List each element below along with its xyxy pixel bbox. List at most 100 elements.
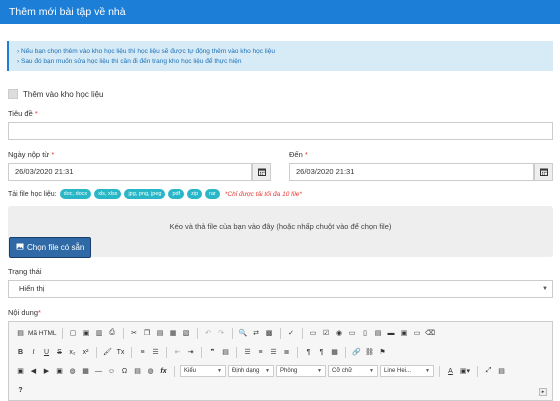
dialog-title: Thêm mới bài tập về nhà: [9, 6, 126, 18]
anchor-icon[interactable]: ⚑: [377, 347, 388, 358]
select-all-icon[interactable]: ▩: [264, 328, 275, 339]
image-button-icon[interactable]: ▣: [399, 328, 410, 339]
remove-format-icon[interactable]: Tx: [115, 347, 126, 358]
find-icon[interactable]: 🔍: [238, 328, 249, 339]
ltr-icon[interactable]: ¶: [303, 347, 314, 358]
new-page-icon[interactable]: ▢: [68, 328, 79, 339]
source-icon[interactable]: ▤: [15, 328, 26, 339]
undo-icon[interactable]: ↶: [203, 328, 214, 339]
bold-icon[interactable]: B: [15, 347, 26, 358]
align-right-icon[interactable]: ☰: [268, 347, 279, 358]
numbered-list-icon[interactable]: ≡: [137, 347, 148, 358]
horizontal-line-icon[interactable]: ―: [93, 366, 104, 377]
add-to-library-row[interactable]: Thêm vào kho học liệu: [8, 89, 104, 99]
text-color-icon[interactable]: A: [445, 366, 456, 377]
copy-format-icon[interactable]: 🖌: [102, 347, 113, 358]
bulleted-list-icon[interactable]: ☰: [150, 347, 161, 358]
format-select[interactable]: Định dạng ▼: [228, 365, 274, 377]
print-icon[interactable]: ⎙: [107, 328, 118, 339]
rich-text-editor[interactable]: ▤ Mã HTML ▢ ▣ ▥ ⎙ ✂ ❐ ▤ ▦ ▧ ↶ ↷ 🔍 ⇄ ▩ ✓ …: [8, 321, 553, 401]
subscript-icon[interactable]: x₂: [67, 347, 78, 358]
style-select[interactable]: Kiểu ▼: [180, 365, 226, 377]
title-input[interactable]: [8, 122, 553, 140]
image-icon[interactable]: ▣: [15, 366, 26, 377]
table-icon[interactable]: ▦: [80, 366, 91, 377]
math-icon[interactable]: fx: [158, 366, 169, 377]
align-center-icon[interactable]: ≡: [255, 347, 266, 358]
paste-text-icon[interactable]: ▦: [168, 328, 179, 339]
redo-icon[interactable]: ↷: [216, 328, 227, 339]
upload-types-row: Tải file học liệu: doc, docx xls, xlsx j…: [8, 189, 302, 199]
title-label: Tiêu đề *: [8, 109, 38, 118]
info-line: › Nếu bạn chọn thêm vào kho học liệu thì…: [17, 48, 275, 55]
justify-icon[interactable]: ≣: [281, 347, 292, 358]
file-type-badge: doc, docx: [59, 189, 92, 199]
page-break-icon[interactable]: ▤: [132, 366, 143, 377]
file-type-badge: jpg, png, jpeg: [124, 189, 166, 199]
indent-icon[interactable]: ⇥: [185, 347, 196, 358]
spellcheck-icon[interactable]: ✓: [286, 328, 297, 339]
file-type-badge: rar: [205, 189, 220, 199]
strike-icon[interactable]: S: [54, 347, 65, 358]
show-blocks-icon[interactable]: ▤: [496, 366, 507, 377]
choose-file-button[interactable]: Chọn file có sẵn: [9, 237, 92, 258]
checkbox-icon[interactable]: ☑: [321, 328, 332, 339]
font-select[interactable]: Phông ▼: [276, 365, 326, 377]
file-type-badge: xls, xlsx: [94, 189, 122, 199]
image-icon: [16, 243, 24, 252]
dialog-header: Thêm mới bài tập về nhà: [0, 0, 560, 24]
templates-icon[interactable]: ▥: [94, 328, 105, 339]
radio-icon[interactable]: ◉: [334, 328, 345, 339]
button-icon[interactable]: ▬: [386, 328, 397, 339]
add-to-library-label: Thêm vào kho học liệu: [23, 89, 104, 99]
paste-icon[interactable]: ▤: [155, 328, 166, 339]
textarea-icon[interactable]: ▯: [360, 328, 371, 339]
audio-icon[interactable]: ◀: [28, 366, 39, 377]
preview-icon[interactable]: ▣: [81, 328, 92, 339]
calendar-icon[interactable]: [252, 163, 271, 181]
rtl-icon[interactable]: ¶: [316, 347, 327, 358]
help-icon[interactable]: ?: [15, 385, 26, 396]
iframe-icon[interactable]: ◍: [145, 366, 156, 377]
language-icon[interactable]: ▦: [329, 347, 340, 358]
content-label: Nội dung*: [8, 308, 41, 317]
status-select[interactable]: Hiển thị ▼: [8, 280, 553, 298]
underline-icon[interactable]: U: [41, 347, 52, 358]
clear-format-icon[interactable]: ⌫: [425, 328, 436, 339]
replace-icon[interactable]: ⇄: [251, 328, 262, 339]
select-field-icon[interactable]: ▤: [373, 328, 384, 339]
outdent-icon[interactable]: ⇤: [172, 347, 183, 358]
form-icon[interactable]: ▭: [308, 328, 319, 339]
bg-color-icon[interactable]: ▣▾: [458, 366, 472, 377]
submit-to-input[interactable]: 26/03/2020 21:31: [289, 163, 534, 181]
copy-icon[interactable]: ❐: [142, 328, 153, 339]
youtube-icon[interactable]: ▣: [54, 366, 65, 377]
status-value: Hiển thị: [19, 284, 45, 293]
special-char-icon[interactable]: Ω: [119, 366, 130, 377]
info-alert: › Nếu bạn chọn thêm vào kho học liệu thì…: [7, 41, 553, 71]
unlink-icon[interactable]: ⛓: [364, 347, 375, 358]
video-icon[interactable]: ▶: [41, 366, 52, 377]
align-left-icon[interactable]: ☰: [242, 347, 253, 358]
flash-icon[interactable]: ◍: [67, 366, 78, 377]
add-to-library-checkbox[interactable]: [8, 89, 18, 99]
resize-handle[interactable]: ▸: [539, 388, 547, 396]
textfield-icon[interactable]: ▭: [347, 328, 358, 339]
submit-from-input[interactable]: 26/03/2020 21:31: [8, 163, 252, 181]
font-size-select[interactable]: Cỡ chữ ▼: [328, 365, 378, 377]
maximize-icon[interactable]: ⤢: [483, 366, 494, 377]
blockquote-icon[interactable]: ❞: [207, 347, 218, 358]
line-height-select[interactable]: Line Hei... ▼: [380, 365, 434, 377]
link-icon[interactable]: 🔗: [351, 347, 362, 358]
source-button[interactable]: Mã HTML: [28, 330, 57, 337]
div-icon[interactable]: ▤: [220, 347, 231, 358]
paste-word-icon[interactable]: ▧: [181, 328, 192, 339]
editor-toolbar-row-2: B I U S x₂ x² 🖌 Tx ≡ ☰ ⇤ ⇥ ❞ ▤ ☰ ≡ ☰ ≣ ¶…: [15, 345, 388, 359]
editor-toolbar-row-1: ▤ Mã HTML ▢ ▣ ▥ ⎙ ✂ ❐ ▤ ▦ ▧ ↶ ↷ 🔍 ⇄ ▩ ✓ …: [15, 326, 436, 340]
italic-icon[interactable]: I: [28, 347, 39, 358]
cut-icon[interactable]: ✂: [129, 328, 140, 339]
calendar-icon[interactable]: [534, 163, 553, 181]
smiley-icon[interactable]: ☺: [106, 366, 117, 377]
superscript-icon[interactable]: x²: [80, 347, 91, 358]
hidden-field-icon[interactable]: ▭: [412, 328, 423, 339]
